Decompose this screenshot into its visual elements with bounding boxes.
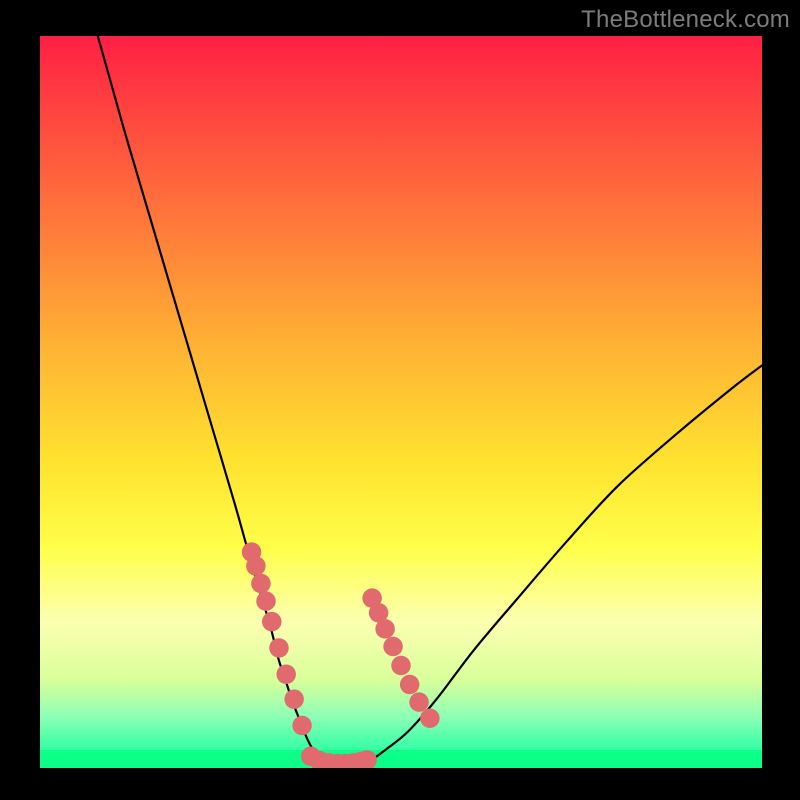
curve-svg (40, 36, 762, 768)
bottom-dots (301, 747, 377, 768)
data-dot (251, 574, 270, 593)
data-dot (420, 708, 439, 727)
data-dot (276, 665, 295, 684)
data-dot (256, 591, 275, 610)
data-dot (284, 689, 303, 708)
bottleneck-curve (98, 36, 762, 765)
data-dot (409, 692, 428, 711)
data-dot (383, 637, 402, 656)
right-cluster-dots (362, 588, 439, 728)
data-dot (269, 638, 288, 657)
data-dot (262, 612, 281, 631)
watermark-label: TheBottleneck.com (581, 6, 790, 34)
data-dot (246, 556, 265, 575)
left-cluster-dots (242, 542, 312, 735)
data-dot (292, 716, 311, 735)
data-dot (391, 656, 410, 675)
data-dot (375, 619, 394, 638)
plot-area (40, 36, 762, 768)
chart-frame: TheBottleneck.com (0, 0, 800, 800)
data-dot (400, 675, 419, 694)
